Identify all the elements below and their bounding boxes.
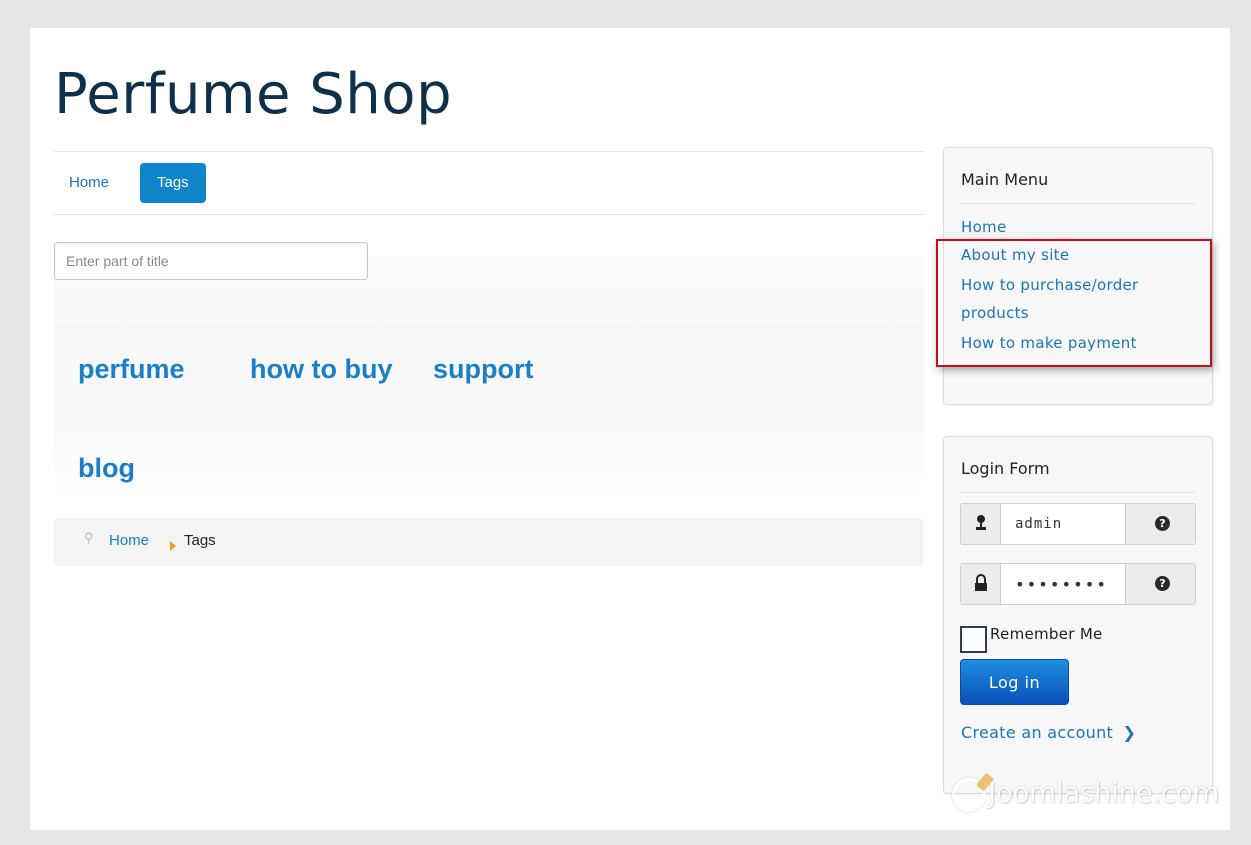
divider [961,203,1195,204]
user-icon [961,504,1001,544]
remember-me-checkbox[interactable] [960,626,987,653]
nav-home[interactable]: Home [54,163,124,203]
login-form-module: Login Form ? [943,436,1213,794]
nav-tags-active[interactable]: Tags [140,163,206,203]
breadcrumb: ⚲ Home Tags [54,518,923,566]
main-menu-title: Main Menu [961,170,1049,189]
tag-perfume[interactable]: perfume [78,354,185,385]
annotation-highlight-box [936,239,1212,367]
login-button[interactable]: Log in [960,659,1069,705]
lock-icon [961,564,1001,604]
breadcrumb-current: Tags [184,532,216,549]
create-account-link[interactable]: Create an account ❯ [961,723,1136,742]
watermark-text: Joomlashine.com [988,776,1220,809]
chevron-right-icon: ❯ [1122,723,1137,742]
username-input[interactable] [1002,504,1126,544]
page-container: Perfume Shop Home Tags perfume how to bu… [30,28,1230,830]
remember-me-label: Remember Me [990,625,1103,643]
login-form-title: Login Form [961,459,1050,478]
location-pin-icon: ⚲ [84,530,94,545]
menu-item-home[interactable]: Home [961,218,1007,236]
question-icon: ? [1155,516,1170,531]
password-help-button[interactable]: ? [1125,564,1195,604]
tag-search-input[interactable] [54,242,368,280]
tag-cloud: perfume how to buy support blog [54,254,924,504]
tag-blog[interactable]: blog [78,453,135,484]
tag-how-to-buy[interactable]: how to buy [250,354,392,385]
username-help-button[interactable]: ? [1125,504,1195,544]
username-group: ? [960,503,1196,545]
breadcrumb-separator-icon [170,541,176,551]
divider [961,492,1195,493]
password-input[interactable] [1002,564,1126,604]
create-account-label: Create an account [961,723,1114,742]
top-nav: Home Tags [54,151,924,215]
site-title: Perfume Shop [54,62,453,127]
password-group: ? [960,563,1196,605]
breadcrumb-home[interactable]: Home [109,532,149,549]
question-icon: ? [1155,576,1170,591]
tag-support[interactable]: support [433,354,534,385]
